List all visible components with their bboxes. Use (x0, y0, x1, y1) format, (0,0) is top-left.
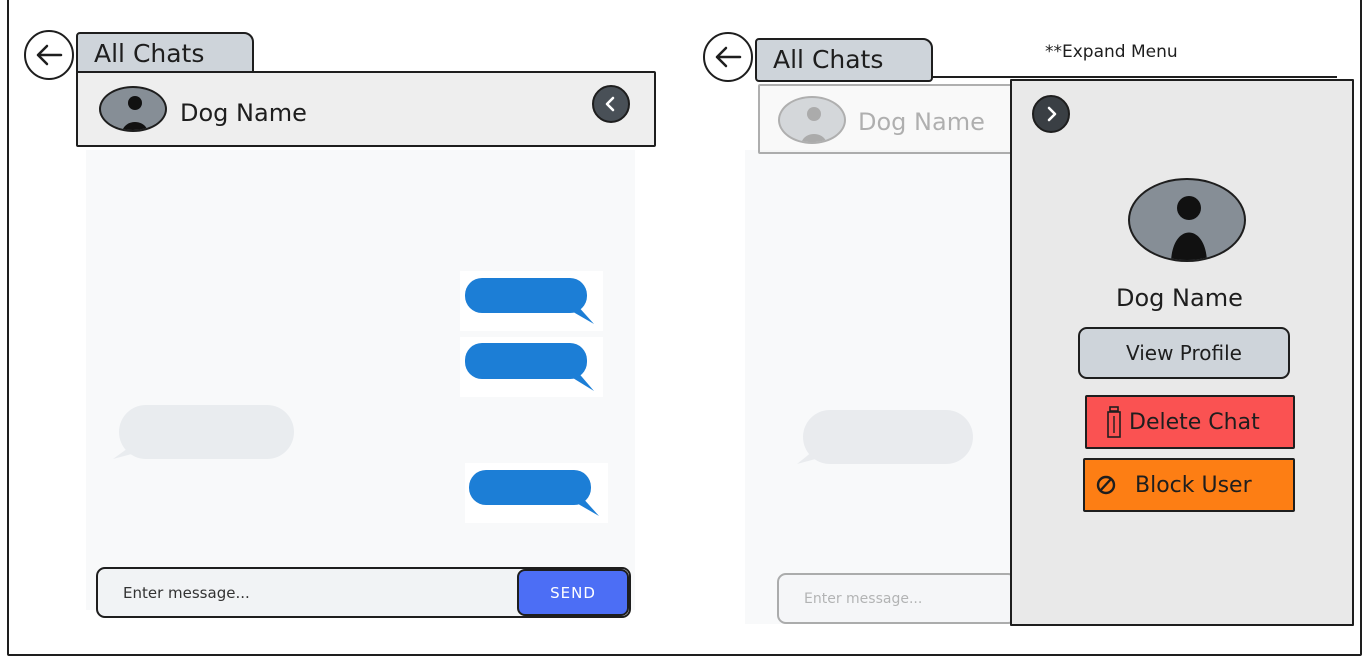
collapse-menu-button[interactable] (1032, 95, 1070, 133)
sent-message-bubble (460, 337, 603, 397)
ban-icon (1096, 475, 1116, 495)
chevron-right-icon (1047, 106, 1057, 122)
person-icon (122, 96, 148, 130)
message-placeholder: Enter message... (804, 590, 923, 607)
back-button[interactable] (703, 32, 753, 82)
message-area (745, 150, 1012, 624)
sent-message-bubble (465, 463, 608, 523)
chat-header: Dog Name (76, 71, 656, 147)
delete-chat-button[interactable]: Delete Chat (1085, 395, 1295, 449)
chat-header: Dog Name (758, 84, 1014, 154)
avatar[interactable] (1128, 178, 1246, 262)
expand-menu-panel: Dog Name View Profile Delete Chat Block … (1010, 79, 1354, 626)
view-profile-button[interactable]: View Profile (1078, 327, 1290, 379)
avatar[interactable] (99, 86, 167, 132)
expand-menu-button[interactable] (592, 85, 630, 123)
block-user-button[interactable]: Block User (1083, 458, 1295, 512)
back-button[interactable] (24, 30, 74, 80)
delete-chat-label: Delete Chat (1129, 409, 1260, 435)
all-chats-label: All Chats (94, 39, 205, 68)
expand-menu-note: **Expand Menu (1045, 42, 1178, 62)
dog-name: Dog Name (858, 108, 985, 136)
profile-dog-name: Dog Name (1116, 284, 1243, 312)
view-profile-label: View Profile (1125, 341, 1242, 365)
back-arrow-icon (36, 44, 63, 66)
received-message-bubble (109, 402, 295, 462)
person-icon (801, 107, 827, 142)
message-placeholder: Enter message... (123, 583, 250, 602)
dog-name: Dog Name (180, 99, 307, 127)
sent-message-bubble (460, 271, 603, 331)
person-icon (1171, 196, 1207, 260)
block-user-label: Block User (1135, 472, 1252, 498)
all-chats-tab[interactable]: All Chats (76, 32, 254, 76)
all-chats-label: All Chats (773, 45, 884, 74)
chevron-left-icon (605, 96, 615, 112)
send-button[interactable]: SEND (517, 569, 629, 616)
back-arrow-icon (715, 46, 742, 68)
avatar (778, 96, 846, 144)
header-edge (932, 76, 1337, 78)
received-message-bubble (795, 409, 975, 465)
all-chats-tab[interactable]: All Chats (755, 38, 933, 82)
message-input: Enter message... (777, 573, 1017, 624)
trash-icon (1107, 406, 1121, 438)
